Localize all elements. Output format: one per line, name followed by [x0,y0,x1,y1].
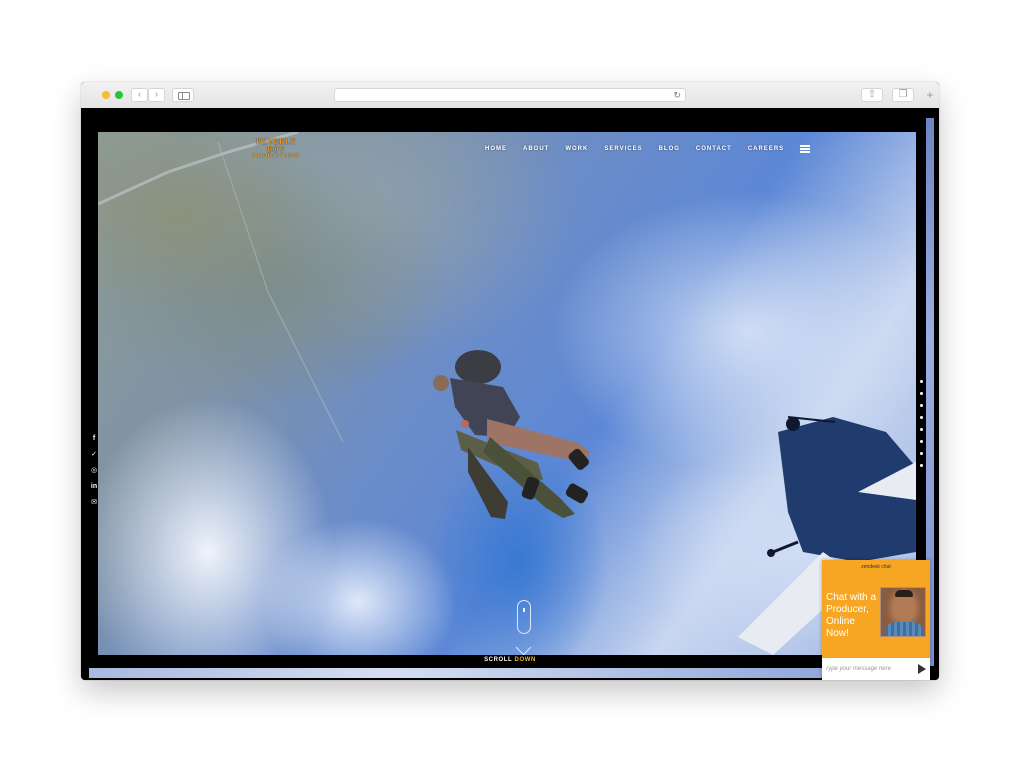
sidebar-icon [178,92,190,100]
instagram-icon[interactable]: ◎ [89,466,99,476]
forward-button[interactable]: › [148,88,165,102]
section-dots [920,380,924,476]
bottom-video-strip [89,668,829,678]
nav-contact[interactable]: CONTACT [696,146,732,152]
down-word: DOWN [514,657,536,663]
hamburger-menu-icon[interactable] [800,145,811,153]
nav-careers[interactable]: CAREERS [748,146,784,152]
email-icon[interactable]: ✉ [89,498,99,508]
nav-about[interactable]: ABOUT [523,146,549,152]
section-dot[interactable] [920,440,923,443]
hero-road-secondary [217,141,344,443]
linkedin-icon[interactable]: in [89,482,99,492]
reload-icon[interactable]: ↻ [673,89,681,101]
logo-main: BEVERLY BOY [255,137,297,154]
sidebar-toggle-button[interactable] [172,88,194,102]
nav-services[interactable]: SERVICES [604,146,642,152]
scroll-down-label[interactable]: SCROLL DOWN [81,657,939,663]
logo-sub: PRODUCTIONS [252,154,300,159]
tab-overview-button[interactable]: ❐ [892,88,914,102]
section-dot[interactable] [920,416,923,419]
section-dot[interactable] [920,392,923,395]
chevron-left-icon: ‹ [137,89,142,100]
nav-work[interactable]: WORK [565,146,588,152]
back-button[interactable]: ‹ [131,88,148,102]
site-logo[interactable]: BEVERLY BOY PRODUCTIONS [251,137,301,160]
main-navigation: HOME ABOUT WORK SERVICES BLOG CONTACT CA… [485,142,811,156]
facebook-icon[interactable]: f [89,434,99,444]
nav-blog[interactable]: BLOG [659,146,680,152]
chat-message-input[interactable] [825,663,911,675]
hero-video[interactable]: BEVERLY BOY PRODUCTIONS HOME ABOUT WORK … [98,132,916,655]
scroll-word: SCROLL [484,657,513,663]
new-tab-button[interactable]: + [924,89,936,101]
nav-home[interactable]: HOME [485,146,507,152]
webpage-viewport: BEVERLY BOY PRODUCTIONS HOME ABOUT WORK … [81,108,939,680]
section-dot[interactable] [920,404,923,407]
chat-header: zendesk chat [861,564,891,570]
share-icon: ⇧ [867,89,877,100]
section-dot[interactable] [920,464,923,467]
hero-scene [98,132,916,655]
chat-input-row [822,658,930,680]
twitter-icon[interactable]: ✓ [89,450,99,460]
chat-body: Chat with a Producer, Online Now! [822,575,930,658]
send-icon[interactable] [918,664,926,674]
chat-message: Chat with a Producer, Online Now! [826,592,877,639]
chat-widget[interactable]: zendesk chat Chat with a Producer, Onlin… [822,560,930,680]
browser-toolbar: ‹ › ↻ ⇧ ❐ + [81,82,939,109]
zoom-window-button[interactable] [115,91,123,99]
section-dot[interactable] [920,452,923,455]
avatar [880,587,926,637]
address-bar[interactable]: ↻ [334,88,686,102]
tabs-icon: ❐ [898,89,908,100]
scroll-mouse-icon[interactable] [517,600,531,634]
chevron-right-icon: › [154,89,159,100]
browser-window: ‹ › ↻ ⇧ ❐ + BEVERLY BOY PRODUCTIONS HOME… [81,82,939,680]
section-dot[interactable] [920,428,923,431]
skydivers [433,350,590,519]
minimize-window-button[interactable] [102,91,110,99]
social-links: f ✓ ◎ in ✉ [89,434,99,514]
share-button[interactable]: ⇧ [861,88,883,102]
section-dot[interactable] [920,380,923,383]
